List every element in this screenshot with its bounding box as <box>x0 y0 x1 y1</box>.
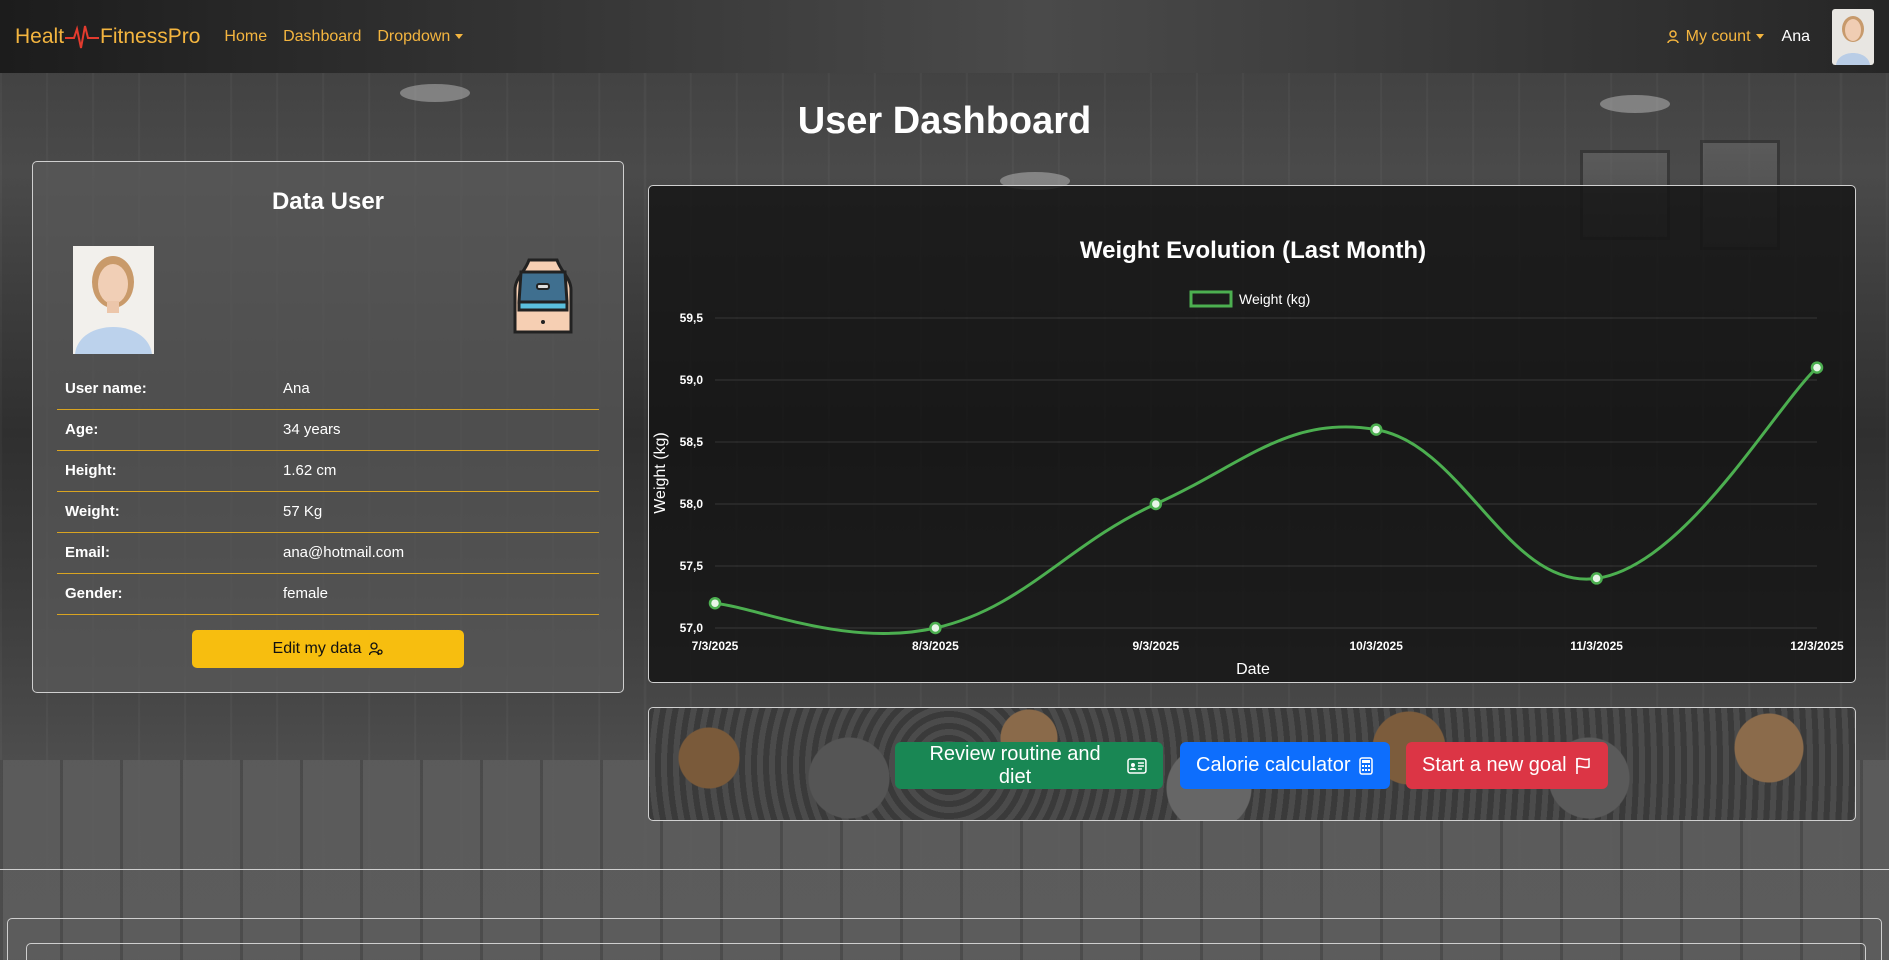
x-axis-label: Date <box>1236 661 1270 678</box>
calorie-calculator-button[interactable]: Calorie calculator <box>1180 742 1390 789</box>
review-routine-button[interactable]: Review routine and diet <box>895 742 1163 789</box>
nav-dropdown[interactable]: Dropdown <box>377 27 464 46</box>
y-tick-label: 59,0 <box>680 373 704 387</box>
heartbeat-icon <box>65 24 100 48</box>
chart-title: Weight Evolution (Last Month) <box>1080 237 1426 264</box>
account-label: My count <box>1685 27 1751 45</box>
y-tick-label: 58,5 <box>680 435 704 449</box>
data-point <box>1149 497 1163 511</box>
data-point <box>929 621 942 635</box>
brand-text-right: FitnessPro <box>100 24 201 48</box>
bottom-card-inner <box>26 943 1866 960</box>
row-label: Weight: <box>57 491 275 533</box>
user-photo <box>73 246 154 354</box>
user-gear-icon <box>369 642 384 656</box>
navbar: Healt FitnessPro Home Dashboard Dropdown… <box>0 0 1889 73</box>
x-tick-label: 8/3/2025 <box>912 639 959 653</box>
y-tick-label: 57,5 <box>680 559 704 573</box>
table-row: Height: 1.62 cm <box>57 450 599 492</box>
table-row: Gender: female <box>57 573 599 615</box>
nav-right: My count Ana <box>1666 8 1874 65</box>
legend-label: Weight (kg) <box>1239 291 1310 307</box>
user-gear-icon <box>1666 29 1679 43</box>
nav-links: Home Dashboard Dropdown <box>224 27 464 46</box>
edit-data-label: Edit my data <box>272 640 362 657</box>
row-value: female <box>275 573 599 615</box>
row-value: Ana <box>275 368 599 410</box>
chevron-down-icon <box>1755 34 1764 39</box>
row-value: ana@hotmail.com <box>275 532 599 574</box>
nav-username: Ana <box>1781 27 1810 45</box>
row-value: 34 years <box>275 409 599 451</box>
legend-swatch <box>1189 290 1233 308</box>
page-title: User Dashboard <box>797 100 1092 142</box>
avatar[interactable] <box>1832 8 1874 65</box>
new-goal-button[interactable]: Start a new goal <box>1406 742 1608 789</box>
y-tick-label: 59,5 <box>680 311 704 325</box>
id-card-icon <box>1127 757 1147 774</box>
new-goal-label: Start a new goal <box>1422 754 1567 776</box>
weight-series-line <box>714 366 1819 636</box>
divider <box>0 869 1889 870</box>
row-label: Age: <box>57 409 275 451</box>
x-tick-label: 7/3/2025 <box>692 639 739 653</box>
data-point <box>708 596 722 610</box>
nav-dashboard[interactable]: Dashboard <box>283 28 361 46</box>
brand-logo[interactable]: Healt FitnessPro <box>15 23 200 51</box>
bottom-card <box>7 918 1882 960</box>
x-tick-label: 10/3/2025 <box>1350 639 1404 653</box>
calculator-icon <box>1358 756 1373 775</box>
y-tick-label: 57,0 <box>680 621 704 635</box>
y-tick-label: 58,0 <box>680 497 704 511</box>
x-tick-label: 11/3/2025 <box>1570 639 1623 653</box>
x-tick-label: 12/3/2025 <box>1790 639 1844 653</box>
weight-chart-card: Weight Evolution (Last Month) Weight (kg)… <box>648 185 1856 683</box>
user-data-card: Data User User name: Ana Age: 34 years Hei… <box>32 161 624 693</box>
row-label: Email: <box>57 532 275 574</box>
card-title: Data User <box>271 188 385 215</box>
flag-icon <box>1575 757 1590 774</box>
row-value: 1.62 cm <box>275 450 599 492</box>
account-dropdown[interactable]: My count <box>1666 27 1764 46</box>
calorie-calculator-label: Calorie calculator <box>1196 754 1351 776</box>
x-tick-label: 9/3/2025 <box>1132 639 1179 653</box>
actions-card: Review routine and diet Calorie calculat… <box>648 707 1856 821</box>
data-point <box>1369 423 1383 436</box>
data-point <box>1810 361 1824 374</box>
y-axis-label: Weight (kg) <box>652 432 669 514</box>
review-routine-label: Review routine and diet <box>929 742 1101 788</box>
data-point <box>1590 572 1603 585</box>
edit-data-button[interactable]: Edit my data <box>192 630 464 668</box>
fitness-top-icon <box>503 256 583 336</box>
user-data-table: User name: Ana Age: 34 years Height: 1.62 c… <box>57 368 599 615</box>
table-row: Email: ana@hotmail.com <box>57 532 599 574</box>
row-value: 57 Kg <box>275 491 599 533</box>
table-row: Age: 34 years <box>57 409 599 451</box>
chevron-down-icon <box>455 34 464 39</box>
row-label: Height: <box>57 450 275 492</box>
table-row: Weight: 57 Kg <box>57 491 599 533</box>
weight-chart: Weight Evolution (Last Month) Weight (kg)… <box>652 237 1844 678</box>
brand-text-left: Healt <box>15 24 65 48</box>
nav-home[interactable]: Home <box>224 28 267 46</box>
nav-dropdown-label: Dropdown <box>377 27 451 45</box>
table-row: User name: Ana <box>57 368 599 410</box>
row-label: User name: <box>57 368 275 410</box>
row-label: Gender: <box>57 573 275 615</box>
